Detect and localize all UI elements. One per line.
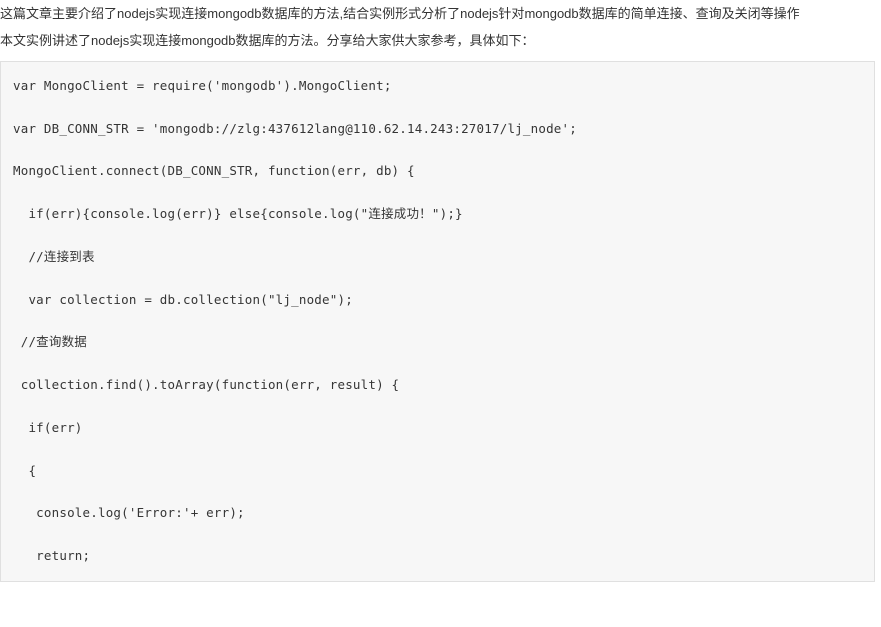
code-blank [13,314,862,328]
code-blank [13,272,862,286]
article-intro-1: 这篇文章主要介绍了nodejs实现连接mongodb数据库的方法,结合实例形式分… [0,0,881,27]
code-blank [13,229,862,243]
code-blank [13,186,862,200]
code-blank [13,485,862,499]
code-blank [13,357,862,371]
code-line: MongoClient.connect(DB_CONN_STR, functio… [13,162,862,181]
code-line: if(err){console.log(err)} else{console.l… [13,205,862,224]
code-line: //连接到表 [13,248,862,267]
code-line: //查询数据 [13,333,862,352]
code-line: var MongoClient = require('mongodb').Mon… [13,77,862,96]
code-line: console.log('Error:'+ err); [13,504,862,523]
code-line: if(err) [13,419,862,438]
code-line: var collection = db.collection("lj_node"… [13,291,862,310]
code-line: var DB_CONN_STR = 'mongodb://zlg:437612l… [13,120,862,139]
code-line: { [13,462,862,481]
code-line: return; [13,547,862,566]
code-block: var MongoClient = require('mongodb').Mon… [0,61,875,582]
code-blank [13,101,862,115]
code-blank [13,528,862,542]
article-intro-2: 本文实例讲述了nodejs实现连接mongodb数据库的方法。分享给大家供大家参… [0,27,881,54]
code-blank [13,400,862,414]
code-line: collection.find().toArray(function(err, … [13,376,862,395]
code-blank [13,443,862,457]
code-blank [13,143,862,157]
